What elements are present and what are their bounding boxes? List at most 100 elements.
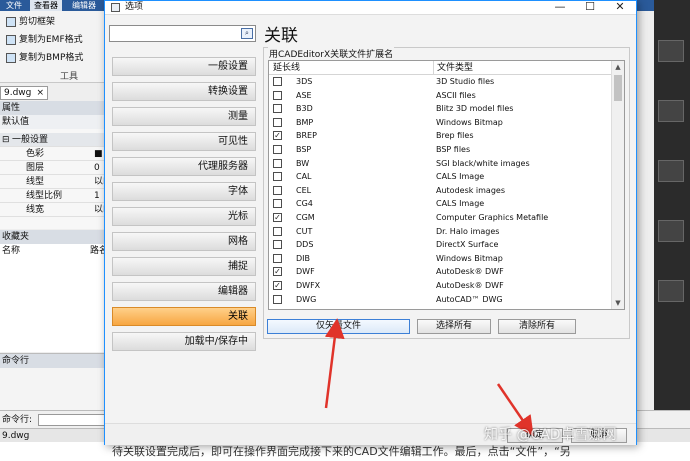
minimize-icon[interactable]: — <box>545 1 575 14</box>
row-extension: BREP <box>296 131 317 141</box>
list-item[interactable]: ASE ASCII files <box>269 89 612 103</box>
list-item[interactable]: ✓ DWF AutoDesk® DWF <box>269 265 612 279</box>
row-extension: BW <box>296 158 310 168</box>
row-filetype: BSP files <box>436 144 471 154</box>
column-header-filetype[interactable]: 文件类型 <box>433 61 473 75</box>
checkbox[interactable] <box>273 294 282 304</box>
row-extension: DWF <box>296 267 315 277</box>
favorites-col-name[interactable]: 名称 <box>2 244 20 258</box>
list-item[interactable]: BSP BSP files <box>269 143 612 157</box>
nav-fonts[interactable]: 字体 <box>112 182 256 201</box>
checkbox[interactable]: ✓ <box>273 280 282 290</box>
search-input[interactable]: ⌕ <box>109 25 256 42</box>
list-scrollbar[interactable]: ▲ ▼ <box>611 61 624 309</box>
checkbox[interactable] <box>273 158 282 168</box>
list-item[interactable]: ✓ DWFX AutoDesk® DWF <box>269 279 612 293</box>
nav-snap[interactable]: 捕捉 <box>112 257 256 276</box>
extension-list[interactable]: 延长线 文件类型 3DS 3D Studio files ASE ASCII file… <box>268 60 625 310</box>
row-extension: BMP <box>296 117 314 127</box>
list-item[interactable]: DWG AutoCAD™ DWG <box>269 293 612 307</box>
document-tab[interactable]: 9.dwg × <box>0 86 48 100</box>
checkbox[interactable]: ✓ <box>273 131 282 141</box>
prop-row[interactable]: 线型 以I <box>0 175 108 189</box>
checkbox[interactable] <box>273 144 282 154</box>
nav-measure[interactable]: 测量 <box>112 107 256 126</box>
checkbox[interactable] <box>273 240 282 250</box>
list-item[interactable]: ✓ BREP Brep files <box>269 129 612 143</box>
prop-row[interactable]: 图层 0 <box>0 161 108 175</box>
toolbar-button[interactable] <box>658 40 684 62</box>
nav-load-save[interactable]: 加载中/保存中 <box>112 332 256 351</box>
associations-group: 用CADEditorX关联文件扩展名 延长线 文件类型 3DS 3D Studio… <box>263 47 630 339</box>
checkbox[interactable] <box>273 117 282 127</box>
column-header-extension[interactable]: 延长线 <box>273 61 300 75</box>
toolbar-button[interactable] <box>658 100 684 122</box>
properties-default[interactable]: 默认值 <box>0 115 107 129</box>
copy-bmp-button[interactable]: 复制为BMP格式 <box>6 51 83 65</box>
nav-general[interactable]: 一般设置 <box>112 57 256 76</box>
checkbox[interactable] <box>273 226 282 236</box>
row-extension: DWFX <box>296 280 321 290</box>
command-input[interactable] <box>38 414 108 426</box>
list-item[interactable]: CAL CALS Image <box>269 170 612 184</box>
list-item[interactable]: BMP Windows Bitmap <box>269 116 612 130</box>
checkbox[interactable]: ✓ <box>273 212 282 222</box>
ribbon-tab-file[interactable]: 文件 <box>2 0 26 11</box>
row-extension: CAL <box>296 172 312 182</box>
nav-visibility[interactable]: 可见性 <box>112 132 256 151</box>
prop-row[interactable]: 色彩 ■ <box>0 147 108 161</box>
checkbox[interactable] <box>273 90 282 100</box>
nav-grid[interactable]: 网格 <box>112 232 256 251</box>
nav-conversion[interactable]: 转换设置 <box>112 82 256 101</box>
toolbar-button[interactable] <box>658 160 684 182</box>
checkbox[interactable] <box>273 199 282 209</box>
nav-associations[interactable]: 关联 <box>112 307 256 326</box>
options-dialog: 选项 — ☐ ✕ ⌕ 一般设置 转换设置 测量 可见性 代理服务器 字体 光标 … <box>104 0 637 445</box>
list-item[interactable]: B3D Blitz 3D model files <box>269 102 612 116</box>
close-tab-icon[interactable]: × <box>36 87 44 99</box>
copy-emf-button[interactable]: 复制为EMF格式 <box>6 33 83 47</box>
close-icon[interactable]: ✕ <box>605 1 635 14</box>
search-icon[interactable]: ⌕ <box>241 28 253 39</box>
checkbox[interactable] <box>273 172 282 182</box>
checkbox[interactable] <box>273 185 282 195</box>
vector-only-button[interactable]: 仅矢量文件 <box>267 319 410 334</box>
list-item[interactable]: DDS DirectX Surface <box>269 238 612 252</box>
toolbar-button[interactable] <box>658 280 684 302</box>
ribbon-tab-editor[interactable]: 编辑器 <box>68 0 100 11</box>
row-filetype: SGI black/white images <box>436 158 530 168</box>
checkbox[interactable]: ✓ <box>273 267 282 277</box>
checkbox[interactable] <box>273 104 282 114</box>
list-item[interactable]: CUT Dr. Halo images <box>269 225 612 239</box>
nav-cursor[interactable]: 光标 <box>112 207 256 226</box>
properties-section[interactable]: ⊟ 一般设置 <box>0 133 108 147</box>
nav-editor[interactable]: 编辑器 <box>112 282 256 301</box>
list-item[interactable]: BW SGI black/white images <box>269 157 612 171</box>
row-extension: CUT <box>296 226 313 236</box>
row-extension: DDS <box>296 240 314 250</box>
nav-proxy[interactable]: 代理服务器 <box>112 157 256 176</box>
prop-row[interactable]: 线型比例 1 <box>0 189 108 203</box>
list-item[interactable]: 3DS 3D Studio files <box>269 75 612 89</box>
toolbar-button[interactable] <box>658 220 684 242</box>
command-label: 命令行: <box>2 415 33 425</box>
dialog-titlebar[interactable]: 选项 — ☐ ✕ <box>105 1 636 15</box>
collapse-icon[interactable]: ⊟ <box>2 133 10 147</box>
list-item[interactable]: CEL Autodesk images <box>269 184 612 198</box>
scroll-thumb[interactable] <box>614 75 622 101</box>
select-all-button[interactable]: 选择所有 <box>417 319 491 334</box>
list-item[interactable]: CG4 CALS Image <box>269 197 612 211</box>
list-rows: 3DS 3D Studio files ASE ASCII files B3D Blitz… <box>269 75 612 306</box>
cut-frame-button[interactable]: 剪切框架 <box>6 15 55 29</box>
ribbon-tab-viewer[interactable]: 查看器 <box>30 0 62 11</box>
list-item[interactable]: ✓ CGM Computer Graphics Metafile <box>269 211 612 225</box>
clear-all-button[interactable]: 清除所有 <box>498 319 576 334</box>
list-item[interactable]: DIB Windows Bitmap <box>269 252 612 266</box>
checkbox[interactable] <box>273 77 282 86</box>
checkbox[interactable] <box>273 253 282 263</box>
maximize-icon[interactable]: ☐ <box>575 1 605 14</box>
scroll-down-icon[interactable]: ▼ <box>612 297 624 309</box>
scroll-up-icon[interactable]: ▲ <box>612 61 624 73</box>
prop-row[interactable]: 线宽 以I <box>0 203 108 217</box>
row-extension: B3D <box>296 104 313 114</box>
